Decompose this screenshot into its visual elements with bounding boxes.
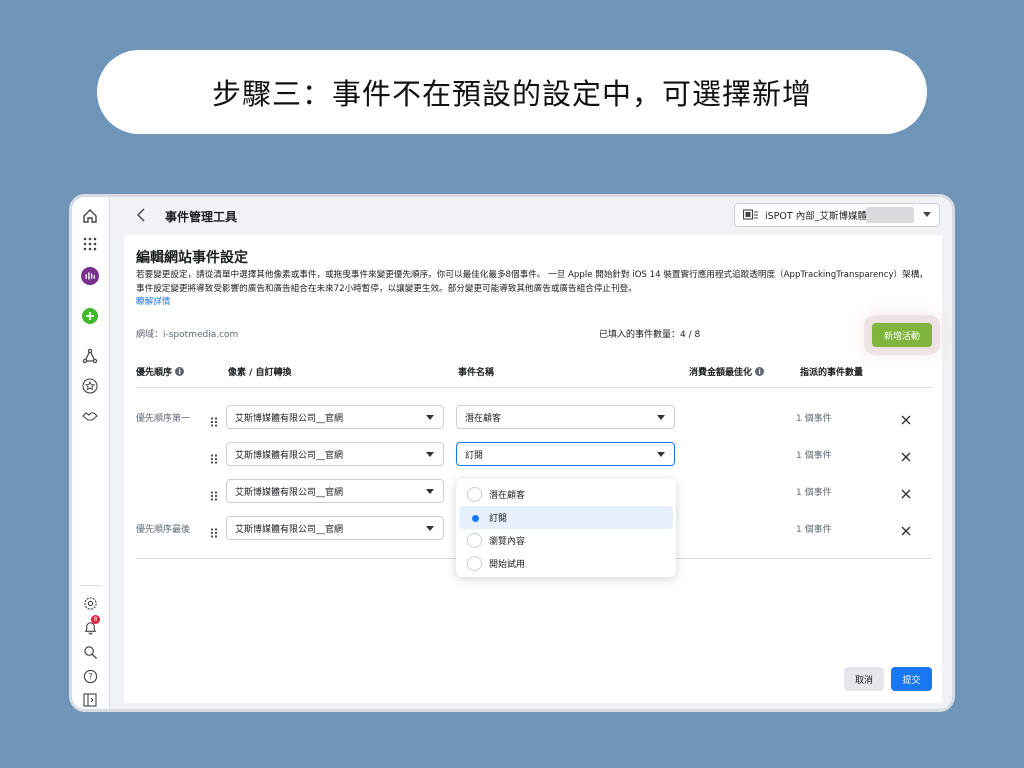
home-icon[interactable] bbox=[81, 207, 99, 225]
section-title: 編輯網站事件設定 bbox=[136, 250, 248, 266]
network-icon[interactable] bbox=[81, 347, 99, 365]
dropdown-option-start-trial[interactable]: 開始試用 bbox=[459, 552, 673, 575]
settings-gear-icon[interactable] bbox=[81, 594, 99, 612]
radio-icon bbox=[467, 487, 482, 502]
event-select-open[interactable]: 訂閱 bbox=[456, 442, 675, 466]
description: 若要變更設定，請從清單中選擇其他像素或事件，或拖曳事件來變更優先順序。你可以最佳… bbox=[136, 269, 936, 310]
pixel-select[interactable]: 艾斯博媒體有限公司__官網 bbox=[226, 516, 444, 540]
row-priority-label: 優先順序最後 bbox=[136, 525, 191, 535]
chevron-down-icon bbox=[426, 489, 434, 494]
submit-button[interactable]: 提交 bbox=[891, 667, 932, 691]
chevron-down-icon bbox=[426, 526, 434, 531]
banner-text: 步驟三：事件不在預設的設定中，可選擇新增 bbox=[211, 77, 812, 111]
domain-label: 網域：i-spotmedia.com bbox=[136, 330, 239, 340]
event-select[interactable]: 潛在顧客 bbox=[456, 405, 675, 429]
dropdown-option-lead[interactable]: 潛在顧客 bbox=[459, 483, 673, 506]
event-select-value: 潛在顧客 bbox=[465, 413, 502, 424]
star-icon[interactable] bbox=[81, 377, 99, 395]
dropdown-option-view-content[interactable]: 瀏覽內容 bbox=[459, 529, 673, 552]
event-select-value: 訂閱 bbox=[465, 450, 484, 461]
header-assigned-count: 指派的事件數量 bbox=[800, 368, 864, 378]
svg-text:?: ? bbox=[88, 671, 92, 681]
drag-handle-icon[interactable] bbox=[210, 486, 218, 501]
event-count: 1 個事件 bbox=[796, 525, 832, 535]
header-value-label: 消費金額最佳化 bbox=[689, 368, 753, 378]
notification-bell-icon[interactable]: 8 bbox=[81, 615, 100, 636]
create-plus-icon[interactable] bbox=[81, 307, 99, 325]
remove-row-icon[interactable] bbox=[900, 411, 912, 425]
page-title: 事件管理工具 bbox=[165, 210, 238, 224]
event-count: 1 個事件 bbox=[796, 414, 832, 424]
dropdown-option-subscribe[interactable]: 訂閱 bbox=[459, 506, 673, 529]
header-priority-label: 優先順序 bbox=[136, 368, 173, 378]
business-icon bbox=[743, 209, 759, 221]
header-event: 事件名稱 bbox=[458, 368, 495, 378]
option-label: 瀏覽內容 bbox=[489, 537, 526, 547]
info-icon[interactable]: i bbox=[755, 367, 765, 376]
redacted-block bbox=[866, 207, 914, 223]
header-divider bbox=[136, 387, 932, 388]
main-panel: 編輯網站事件設定 若要變更設定，請從清單中選擇其他像素或事件，或拖曳事件來變更優… bbox=[124, 235, 942, 703]
chevron-down-icon bbox=[426, 415, 434, 420]
header-pixel: 像素 / 自訂轉換 bbox=[228, 368, 292, 378]
left-rail: 8 ? bbox=[72, 197, 110, 709]
pixel-select-value: 艾斯博媒體有限公司__官網 bbox=[235, 450, 344, 461]
chevron-down-icon bbox=[657, 415, 665, 420]
option-label: 開始試用 bbox=[489, 560, 526, 570]
pixel-select[interactable]: 艾斯博媒體有限公司__官網 bbox=[226, 405, 444, 429]
chevron-down-icon bbox=[657, 452, 665, 457]
drag-handle-icon[interactable] bbox=[210, 449, 218, 464]
chevron-down-icon bbox=[426, 452, 434, 457]
app-window: 8 ? 事件管理工具 iSPOT 內部_艾斯博媒體 編輯網站事件設定 若要變更設… bbox=[69, 194, 955, 712]
back-chevron-icon[interactable] bbox=[134, 206, 148, 224]
event-count: 1 個事件 bbox=[796, 488, 832, 498]
account-selector[interactable]: iSPOT 內部_艾斯博媒體 bbox=[734, 203, 940, 227]
option-label: 訂閱 bbox=[489, 514, 508, 524]
add-event-button[interactable]: 新增活動 bbox=[872, 323, 932, 347]
help-icon[interactable]: ? bbox=[81, 667, 99, 685]
pixel-select[interactable]: 艾斯博媒體有限公司__官網 bbox=[226, 442, 444, 466]
pixel-select-value: 艾斯博媒體有限公司__官網 bbox=[235, 524, 344, 535]
info-icon[interactable]: i bbox=[175, 367, 185, 376]
rail-divider bbox=[80, 585, 102, 586]
option-label: 潛在顧客 bbox=[489, 491, 526, 501]
row-priority-label: 優先順序第一 bbox=[136, 414, 191, 424]
remove-row-icon[interactable] bbox=[900, 522, 912, 536]
handshake-icon[interactable] bbox=[81, 407, 99, 425]
remove-row-icon[interactable] bbox=[900, 448, 912, 462]
filled-count: 已填入的事件數量：4 / 8 bbox=[599, 330, 701, 340]
account-name: iSPOT 內部_艾斯博媒體 bbox=[765, 211, 867, 222]
pixel-select-value: 艾斯博媒體有限公司__官網 bbox=[235, 487, 344, 498]
step-banner: 步驟三：事件不在預設的設定中，可選擇新增 bbox=[97, 50, 927, 134]
top-bar: 事件管理工具 iSPOT 內部_艾斯博媒體 bbox=[110, 197, 952, 235]
cancel-button[interactable]: 取消 bbox=[844, 667, 884, 691]
apps-grid-icon[interactable] bbox=[81, 235, 99, 253]
drag-handle-icon[interactable] bbox=[210, 523, 218, 538]
radio-icon bbox=[467, 533, 482, 548]
event-count: 1 個事件 bbox=[796, 451, 832, 461]
account-avatar-icon[interactable] bbox=[81, 267, 99, 285]
radio-icon bbox=[467, 556, 482, 571]
radio-selected-icon bbox=[467, 510, 482, 525]
drag-handle-icon[interactable] bbox=[210, 412, 218, 427]
search-icon[interactable] bbox=[81, 643, 99, 661]
collapse-panel-icon[interactable] bbox=[81, 691, 99, 709]
remove-row-icon[interactable] bbox=[900, 485, 912, 499]
header-priority: 優先順序 i bbox=[136, 365, 185, 378]
notification-badge: 8 bbox=[91, 615, 100, 624]
event-dropdown-menu: 潛在顧客 訂閱 瀏覽內容 開始試用 bbox=[456, 479, 676, 577]
header-value-optimization: 消費金額最佳化 i bbox=[689, 365, 765, 378]
pixel-select[interactable]: 艾斯博媒體有限公司__官網 bbox=[226, 479, 444, 503]
chevron-down-icon bbox=[923, 212, 931, 217]
learn-more-link[interactable]: 瞭解詳情 bbox=[136, 296, 936, 310]
pixel-select-value: 艾斯博媒體有限公司__官網 bbox=[235, 413, 344, 424]
description-text: 若要變更設定，請從清單中選擇其他像素或事件，或拖曳事件來變更優先順序。你可以最佳… bbox=[136, 270, 928, 294]
